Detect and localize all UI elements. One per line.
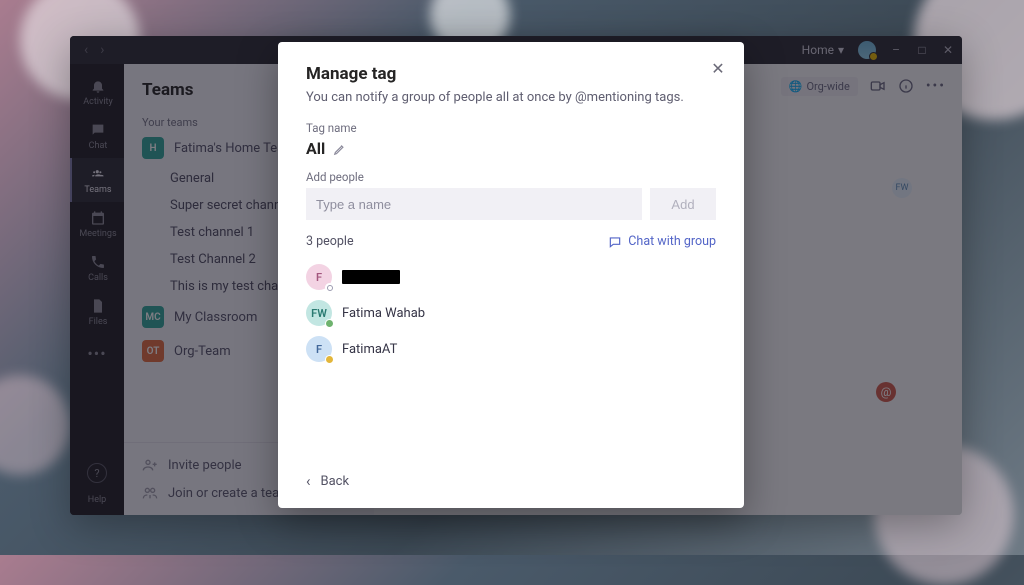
presence-available-icon bbox=[325, 319, 334, 328]
person-name-redacted bbox=[342, 270, 400, 284]
chat-icon bbox=[608, 235, 622, 249]
back-arrow-icon[interactable]: ‹ bbox=[306, 472, 311, 490]
person-row[interactable]: F bbox=[306, 259, 716, 295]
people-count: 3 people bbox=[306, 234, 354, 249]
person-name: Fatima Wahab bbox=[342, 306, 425, 321]
tag-name-row: All bbox=[306, 139, 716, 158]
back-button[interactable]: Back bbox=[321, 474, 350, 489]
add-button[interactable]: Add bbox=[650, 188, 716, 220]
edit-icon[interactable] bbox=[333, 142, 347, 156]
manage-tag-modal: ✕ Manage tag You can notify a group of p… bbox=[278, 42, 744, 508]
person-avatar: F bbox=[306, 264, 332, 290]
modal-title: Manage tag bbox=[306, 64, 716, 84]
close-button[interactable]: ✕ bbox=[706, 56, 730, 80]
modal-footer: ‹ Back bbox=[306, 472, 716, 490]
person-row[interactable]: FW Fatima Wahab bbox=[306, 295, 716, 331]
modal-description: You can notify a group of people all at … bbox=[306, 90, 716, 105]
presence-away-icon bbox=[325, 355, 334, 364]
person-avatar: F bbox=[306, 336, 332, 362]
person-row[interactable]: F FatimaAT bbox=[306, 331, 716, 367]
add-people-label: Add people bbox=[306, 170, 716, 184]
add-people-input[interactable] bbox=[306, 188, 642, 220]
person-avatar: FW bbox=[306, 300, 332, 326]
person-name: FatimaAT bbox=[342, 342, 397, 357]
people-header: 3 people Chat with group bbox=[306, 234, 716, 249]
add-people-row: Add bbox=[306, 188, 716, 220]
presence-away-icon bbox=[325, 283, 334, 292]
tag-name-label: Tag name bbox=[306, 121, 716, 135]
chat-with-group[interactable]: Chat with group bbox=[608, 234, 716, 249]
tag-name: All bbox=[306, 139, 325, 158]
